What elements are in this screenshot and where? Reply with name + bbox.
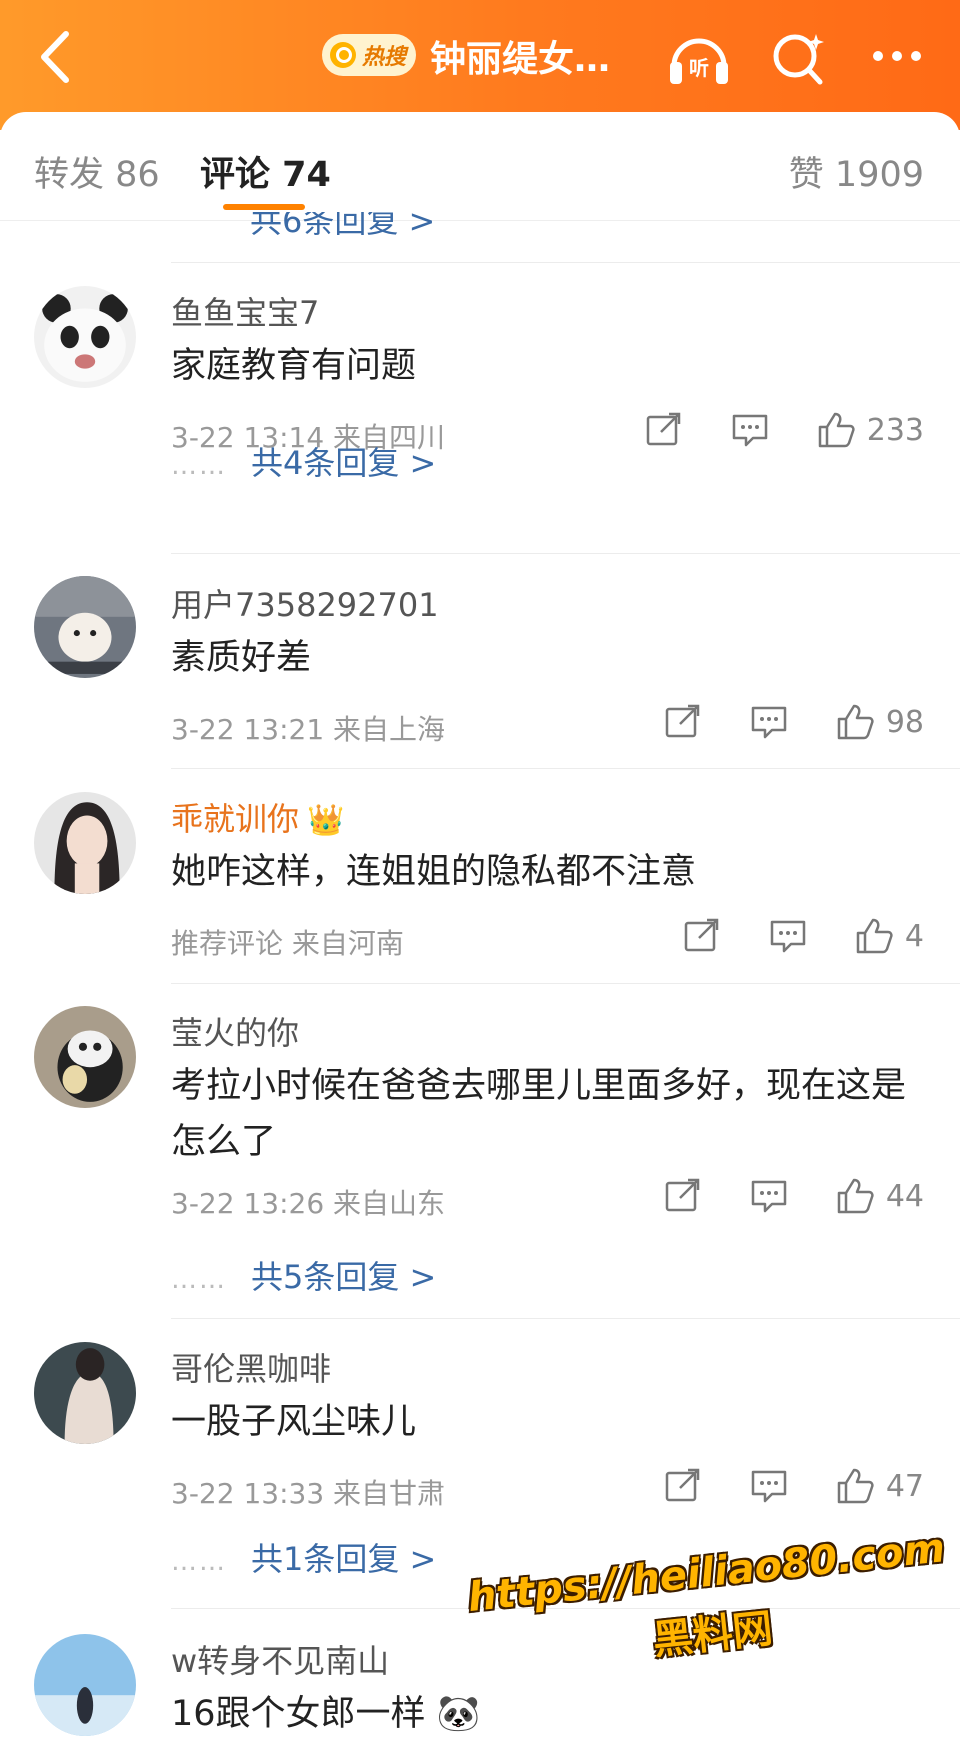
search-sparkle-icon[interactable] [764,26,834,90]
top-bar: 热搜 钟丽缇女… 听 [0,0,960,130]
comment-meta: 3-22 13:33 来自甘肃 [171,1477,446,1510]
vip-crown-icon: 👑 [307,803,345,838]
comment-bubble-icon[interactable] [731,412,769,448]
comment-bubble-icon[interactable] [769,918,807,954]
like-button[interactable]: 233 [817,412,924,448]
panda-emoji-icon: 🐼 [436,1694,481,1734]
hot-search-badge[interactable]: 热搜 [322,34,417,76]
page-title: 钟丽缇女… [430,39,611,80]
comment-meta: 3-22 13:26 来自山东 [171,1187,446,1220]
tab-comments[interactable]: 评论 74 [200,146,331,197]
like-count: 98 [885,704,924,740]
active-tab-indicator [223,204,305,210]
username[interactable]: 用户7358292701 [171,580,439,626]
username[interactable]: w转身不见南山 [171,1636,389,1682]
avatar[interactable] [34,576,136,678]
repost-icon[interactable] [664,704,702,740]
comment-text: 家庭教育有问题 [171,346,417,386]
like-button[interactable]: 44 [836,1178,924,1214]
repost-icon[interactable] [683,918,721,954]
thumbs-up-icon [836,704,874,740]
comment-text: 素质好差 [171,638,312,678]
avatar[interactable] [34,1634,136,1736]
comment-bubble-icon[interactable] [750,1468,788,1504]
divider [171,1318,960,1319]
comment-actions: 98 [664,704,924,740]
like-button[interactable]: 47 [836,1468,924,1504]
comment-actions: 233 [645,412,924,448]
comment-text: 16跟个女郎一样 🐼 [171,1694,481,1734]
comment-meta: 3-22 13:21 来自上海 [171,713,446,746]
avatar[interactable] [34,1342,136,1444]
username[interactable]: 乖就训你 👑 [171,794,344,840]
divider [171,553,960,554]
search-dot-icon [330,42,356,68]
comment-bubble-icon[interactable] [750,704,788,740]
divider [171,768,960,769]
divider [171,983,960,984]
comment-text: 一股子风尘味儿 [171,1402,417,1442]
view-replies-link[interactable]: …… 共1条回复 > [171,1534,436,1580]
username[interactable]: 莹火的你 [171,1008,299,1054]
tab-likes[interactable]: 赞 1909 [789,146,924,197]
tab-repost[interactable]: 转发 86 [34,146,160,197]
comment-actions: 4 [683,918,924,954]
thumbs-up-icon [836,1178,874,1214]
comment-actions: 47 [664,1468,924,1504]
tab-bar: 转发 86 评论 74 赞 1909 [0,112,960,221]
comment-text: 考拉小时候在爸爸去哪里儿里面多好，现在这是怎么了 [171,1066,907,1162]
more-options-icon[interactable] [862,26,932,90]
like-button[interactable]: 4 [855,918,924,954]
view-replies-link[interactable]: …… 共5条回复 > [171,1252,436,1298]
repost-icon[interactable] [664,1468,702,1504]
back-arrow-icon[interactable] [22,22,92,92]
comment-bubble-icon[interactable] [750,1178,788,1214]
comment-text: 她咋这样，连姐姐的隐私都不注意 [171,852,697,892]
like-count: 44 [885,1178,924,1214]
repost-icon[interactable] [664,1178,702,1214]
comment-meta: 推荐评论 来自河南 [171,927,404,960]
like-count: 4 [904,918,924,954]
username[interactable]: 哥伦黑咖啡 [171,1344,331,1390]
thumbs-up-icon [855,918,893,954]
view-replies-link[interactable]: …… 共4条回复 > [171,438,436,484]
watermark: https://heiliao80.com 黑料网 [466,1525,954,1685]
avatar[interactable] [34,1006,136,1108]
like-count: 233 [866,412,924,448]
repost-icon[interactable] [645,412,683,448]
hot-search-label: 热搜 [362,45,407,70]
like-count: 47 [885,1468,924,1504]
thumbs-up-icon [817,412,855,448]
divider [171,262,960,263]
listen-label: 听 [689,56,709,80]
avatar[interactable] [34,792,136,894]
comment-actions: 44 [664,1178,924,1214]
username[interactable]: 鱼鱼宝宝7 [171,288,319,334]
thumbs-up-icon [836,1468,874,1504]
avatar[interactable] [34,286,136,388]
listen-headphone-icon[interactable]: 听 [664,26,734,90]
like-button[interactable]: 98 [836,704,924,740]
